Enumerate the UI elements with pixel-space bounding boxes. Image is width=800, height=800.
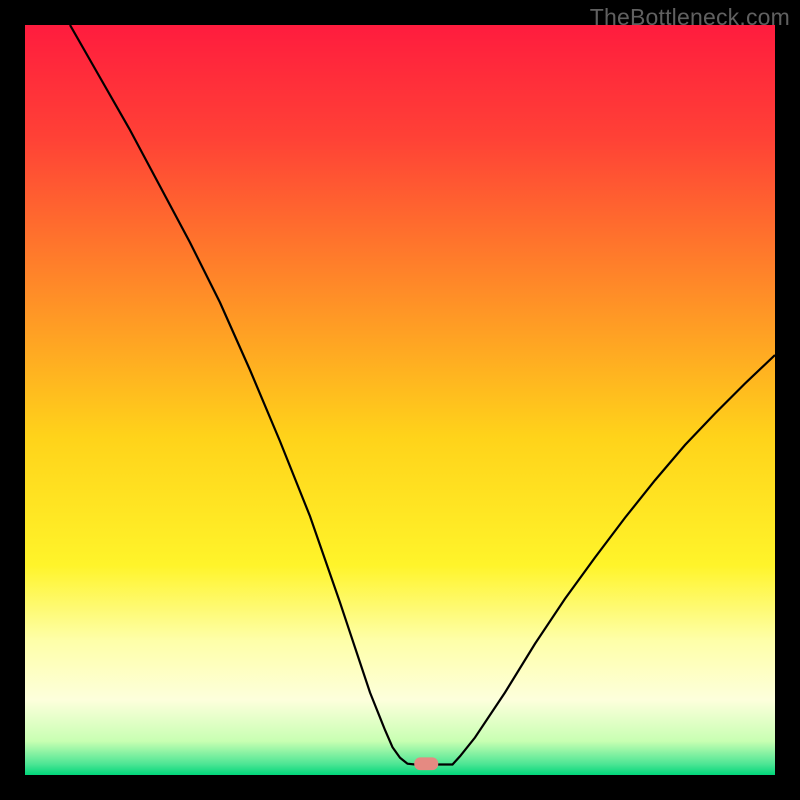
optimal-point-marker (414, 757, 438, 770)
bottleneck-chart (25, 25, 775, 775)
watermark-text: TheBottleneck.com (590, 4, 790, 31)
chart-stage: TheBottleneck.com (0, 0, 800, 800)
gradient-background (25, 25, 775, 775)
